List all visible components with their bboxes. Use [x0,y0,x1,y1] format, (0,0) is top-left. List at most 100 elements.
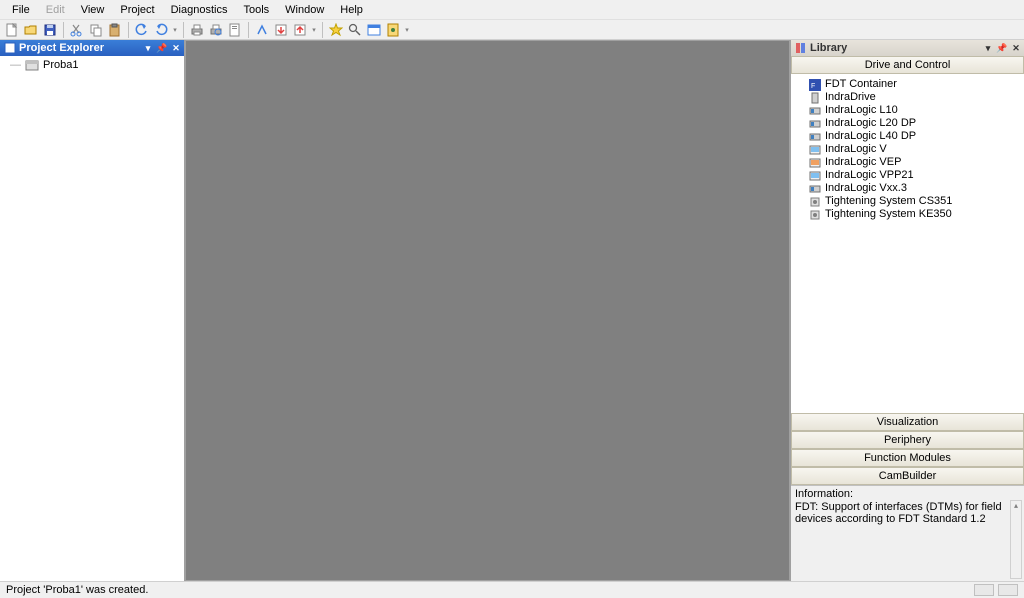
report-icon[interactable] [385,22,401,38]
logic-icon [809,131,821,143]
project-icon [25,59,39,71]
panel-title: Library [810,42,847,54]
drive-icon [809,92,821,104]
mdi-client-area [185,40,790,581]
statusbar-indicator [974,584,994,596]
panel-close-button[interactable]: ✕ [170,42,182,54]
new-file-icon[interactable] [4,22,20,38]
category-cambuilder[interactable]: CamBuilder [791,467,1024,485]
menu-edit[interactable]: Edit [38,2,73,18]
library-item[interactable]: Tightening System CS351 [795,195,1020,208]
menu-help[interactable]: Help [332,2,371,18]
library-item-label: Tightening System CS351 [825,195,952,208]
library-item[interactable]: IndraLogic VPP21 [795,169,1020,182]
fdt-icon: F [809,79,821,91]
library-item-label: FDT Container [825,78,897,91]
library-item[interactable]: IndraLogic L10 [795,104,1020,117]
download-icon[interactable] [273,22,289,38]
category-drive-and-control[interactable]: Drive and Control [791,56,1024,74]
info-text: FDT: Support of interfaces (DTMs) for fi… [795,501,1020,525]
category-function-modules[interactable]: Function Modules [791,449,1024,467]
library-item-label: IndraLogic VEP [825,156,901,169]
tightening-icon [809,209,821,221]
library-item-label: Tightening System KE350 [825,208,952,221]
category-periphery[interactable]: Periphery [791,431,1024,449]
menu-file[interactable]: File [4,2,38,18]
toolbar-dropdown[interactable]: ▾ [172,22,178,38]
library-item[interactable]: Tightening System KE350 [795,208,1020,221]
calendar-icon[interactable] [366,22,382,38]
logic-icon [809,105,821,117]
tree-item-project[interactable]: — Proba1 [2,58,182,72]
library-panel: Library ▾ 📌 ✕ Drive and Control F FDT Con… [790,40,1024,581]
library-item[interactable]: F FDT Container [795,78,1020,91]
workspace: Project Explorer ▾ 📌 ✕ — Proba1 Library … [0,40,1024,581]
panel-dropdown-button[interactable]: ▾ [982,42,994,54]
open-icon[interactable] [23,22,39,38]
scrollbar[interactable]: ▴ [1010,500,1022,579]
library-item-label: IndraLogic L40 DP [825,130,916,143]
library-item[interactable]: IndraLogic VEP [795,156,1020,169]
copy-icon[interactable] [88,22,104,38]
save-icon[interactable] [42,22,58,38]
print-icon[interactable] [189,22,205,38]
search-icon[interactable] [347,22,363,38]
library-item-label: IndraLogic VPP21 [825,169,914,182]
menu-window[interactable]: Window [277,2,332,18]
redo-icon[interactable] [153,22,169,38]
toolbar-dropdown[interactable]: ▾ [311,22,317,38]
menu-diagnostics[interactable]: Diagnostics [163,2,236,18]
panel-icon [4,42,16,54]
go-online-icon[interactable] [254,22,270,38]
status-bar: Project 'Proba1' was created. [0,581,1024,598]
logic-icon [809,118,821,130]
undo-icon[interactable] [134,22,150,38]
library-item[interactable]: IndraLogic L40 DP [795,130,1020,143]
toolbar-separator [248,22,249,38]
project-explorer-tree: — Proba1 [0,56,184,581]
menu-project[interactable]: Project [112,2,162,18]
panel-close-button[interactable]: ✕ [1010,42,1022,54]
library-item[interactable]: IndraDrive [795,91,1020,104]
favorites-icon[interactable] [328,22,344,38]
panel-title: Project Explorer [19,42,104,54]
toolbar-separator [128,22,129,38]
svg-text:F: F [811,83,815,90]
menu-view[interactable]: View [73,2,113,18]
panel-icon [795,42,807,54]
print-preview-icon[interactable] [208,22,224,38]
library-header: Library ▾ 📌 ✕ [791,40,1024,56]
library-item-label: IndraLogic L10 [825,104,898,117]
info-label: Information: [795,488,1020,500]
library-item-label: IndraLogic V [825,143,887,156]
tightening-icon [809,196,821,208]
library-item[interactable]: IndraLogic Vxx.3 [795,182,1020,195]
logic-icon [809,183,821,195]
panel-pin-button[interactable]: 📌 [996,42,1008,54]
category-visualization[interactable]: Visualization [791,413,1024,431]
library-item-label: IndraLogic L20 DP [825,117,916,130]
panel-dropdown-button[interactable]: ▾ [142,42,154,54]
menu-bar: File Edit View Project Diagnostics Tools… [0,0,1024,20]
upload-icon[interactable] [292,22,308,38]
logic-v-icon [809,170,821,182]
page-setup-icon[interactable] [227,22,243,38]
library-item-label: IndraLogic Vxx.3 [825,182,907,195]
library-tree: F FDT Container IndraDrive IndraLogic L10… [791,74,1024,413]
status-message: Project 'Proba1' was created. [6,584,148,596]
library-information-box: Information: FDT: Support of interfaces … [791,485,1024,581]
logic-v-icon [809,144,821,156]
library-item[interactable]: IndraLogic L20 DP [795,117,1020,130]
panel-pin-button[interactable]: 📌 [156,42,168,54]
statusbar-indicator [998,584,1018,596]
toolbar-dropdown[interactable]: ▾ [404,22,410,38]
menu-tools[interactable]: Tools [235,2,277,18]
library-item[interactable]: IndraLogic V [795,143,1020,156]
cut-icon[interactable] [69,22,85,38]
toolbar: ▾ ▾ ▾ [0,20,1024,40]
paste-icon[interactable] [107,22,123,38]
logic-v-icon [809,157,821,169]
project-explorer-header: Project Explorer ▾ 📌 ✕ [0,40,184,56]
project-label: Proba1 [43,59,78,71]
toolbar-separator [63,22,64,38]
